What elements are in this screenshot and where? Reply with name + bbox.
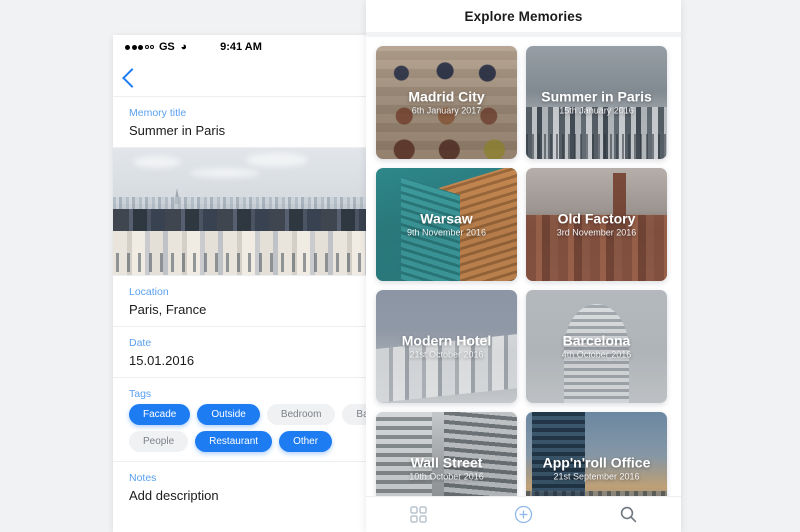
memory-card-date: 10th October 2016 [382, 472, 511, 482]
navigation-bar [113, 59, 369, 97]
memory-card-title: Summer in Paris [532, 89, 661, 105]
memory-card-text: App'n'roll Office21st September 2016 [526, 455, 667, 482]
tag-chip[interactable]: Other [279, 431, 332, 452]
memory-title-field[interactable]: Memory title Summer in Paris [113, 97, 369, 148]
explore-header: Explore Memories [366, 0, 681, 32]
location-value: Paris, France [129, 302, 353, 317]
memory-card[interactable]: Warsaw9th November 2016 [376, 168, 517, 281]
memory-photo[interactable] [113, 148, 369, 276]
screenshot-stage: GS ◕ 9:41 AM Memory title Summer in Pari… [0, 0, 800, 532]
grid-icon[interactable] [410, 506, 427, 523]
tags-list: Facade Outside Bedroom Bathroom People Restau… [129, 404, 369, 452]
tag-chip[interactable]: Restaurant [195, 431, 272, 452]
memory-card-date: 9th November 2016 [382, 228, 511, 238]
memory-card[interactable]: Wall Street10th October 2016 [376, 412, 517, 500]
memory-card[interactable]: Madrid City6th January 2017 [376, 46, 517, 159]
memory-card-title: Wall Street [382, 455, 511, 471]
memory-card[interactable]: Modern Hotel21st October 2016 [376, 290, 517, 403]
tag-chip[interactable]: Facade [129, 404, 190, 425]
notes-label: Notes [129, 472, 353, 484]
memory-card-date: 21st October 2016 [382, 350, 511, 360]
memory-card-text: Summer in Paris15th January 2016 [526, 89, 667, 116]
memory-card-title: Barcelona [532, 333, 661, 349]
memory-card-date: 3rd November 2016 [532, 228, 661, 238]
memory-card-title: Madrid City [382, 89, 511, 105]
tab-bar [366, 496, 681, 532]
date-field[interactable]: Date 15.01.2016 [113, 327, 369, 378]
memory-card[interactable]: Old Factory3rd November 2016 [526, 168, 667, 281]
tag-chip[interactable]: People [129, 431, 188, 452]
location-label: Location [129, 286, 353, 298]
explore-memories-screen: Explore Memories Madrid City6th January … [366, 0, 681, 532]
memory-detail-screen: GS ◕ 9:41 AM Memory title Summer in Pari… [113, 35, 369, 532]
memories-grid: Madrid City6th January 2017 Summer in Par… [366, 37, 681, 500]
memory-card-text: Warsaw9th November 2016 [376, 211, 517, 238]
memory-card-date: 4th October 2016 [532, 350, 661, 360]
plus-circle-icon[interactable] [514, 505, 533, 524]
notes-value: Add description [129, 488, 353, 503]
search-icon[interactable] [620, 506, 637, 523]
memory-card-title: Old Factory [532, 211, 661, 227]
memory-card-text: Barcelona4th October 2016 [526, 333, 667, 360]
memory-card[interactable]: Summer in Paris15th January 2016 [526, 46, 667, 159]
memory-card-text: Madrid City6th January 2017 [376, 89, 517, 116]
tags-field: Tags Facade Outside Bedroom Bathroom People R… [113, 378, 369, 462]
status-bar: GS ◕ 9:41 AM [113, 35, 369, 59]
memory-card-date: 6th January 2017 [382, 106, 511, 116]
tag-chip[interactable]: Bathroom [342, 404, 369, 425]
memory-card[interactable]: Barcelona4th October 2016 [526, 290, 667, 403]
memory-card-title: Warsaw [382, 211, 511, 227]
memory-card[interactable]: App'n'roll Office21st September 2016 [526, 412, 667, 500]
memory-card-text: Old Factory3rd November 2016 [526, 211, 667, 238]
memory-title-label: Memory title [129, 107, 353, 119]
tag-chip[interactable]: Outside [197, 404, 259, 425]
memory-card-title: Modern Hotel [382, 333, 511, 349]
chevron-left-icon[interactable] [122, 68, 142, 88]
memory-card-title: App'n'roll Office [532, 455, 661, 471]
date-value: 15.01.2016 [129, 353, 353, 368]
notes-field[interactable]: Notes Add description [113, 462, 369, 512]
memory-card-date: 15th January 2016 [532, 106, 661, 116]
date-label: Date [129, 337, 353, 349]
page-title: Explore Memories [465, 9, 583, 24]
location-field[interactable]: Location Paris, France [113, 276, 369, 327]
memory-card-text: Wall Street10th October 2016 [376, 455, 517, 482]
tags-label: Tags [129, 388, 353, 400]
tag-chip[interactable]: Bedroom [267, 404, 336, 425]
memory-card-text: Modern Hotel21st October 2016 [376, 333, 517, 360]
memory-card-date: 21st September 2016 [532, 472, 661, 482]
memory-title-value: Summer in Paris [129, 123, 353, 138]
paris-rooftops-photo [113, 148, 369, 275]
status-bar-time: 9:41 AM [113, 41, 369, 53]
